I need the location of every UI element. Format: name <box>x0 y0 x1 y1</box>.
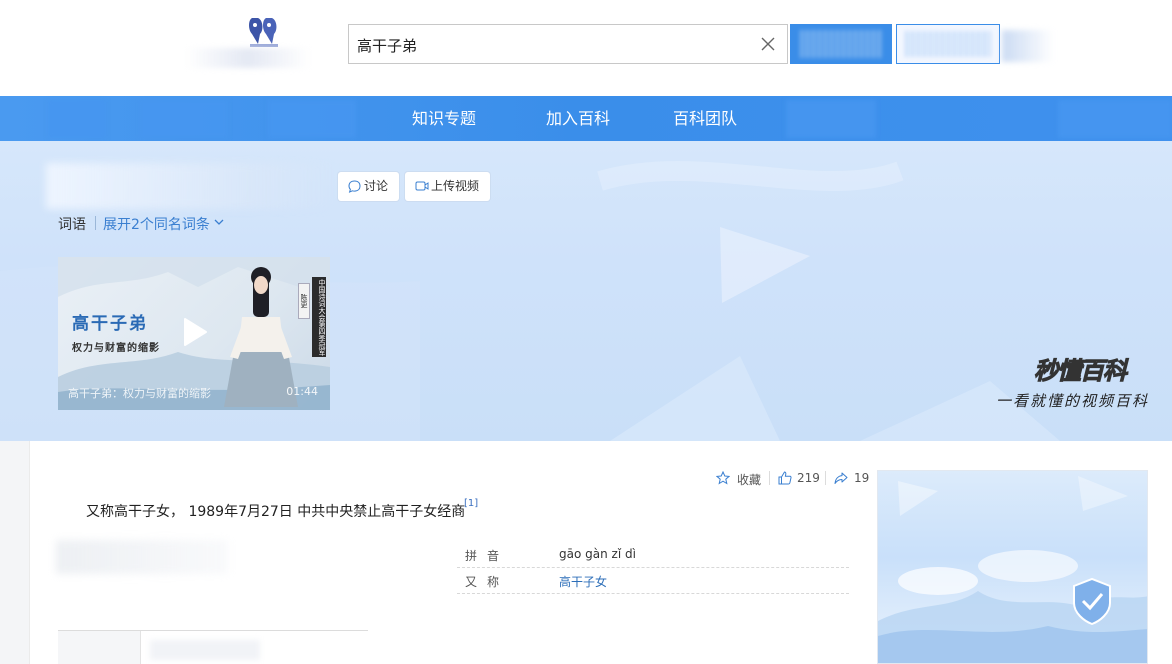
category-divider <box>95 216 96 230</box>
share-icon <box>834 472 848 484</box>
info-blur <box>56 540 228 574</box>
like-count: 219 <box>797 471 820 485</box>
action-divider <box>825 471 826 485</box>
entry-banner: 讨论 上传视频 词语 展开2个同名词条 陈更 中国诗词大会第四季冠军 高干子弟 … <box>0 141 1172 441</box>
toc-blur <box>150 640 260 660</box>
video-camera-icon <box>415 181 429 191</box>
share-count: 19 <box>854 471 870 485</box>
video-name-sign: 陈更 <box>298 283 310 319</box>
upload-video-label: 上传视频 <box>431 179 480 193</box>
chat-bubble-icon <box>348 180 361 193</box>
thumbs-up-icon <box>778 471 792 485</box>
info-value: gāo gàn zǐ dì <box>559 547 636 561</box>
main-nav: 知识专题 加入百科 百科团队 <box>0 96 1172 141</box>
info-row-alias: 又称 高干子女 <box>457 568 849 594</box>
star-icon <box>716 471 730 485</box>
side-promo-banner[interactable] <box>877 470 1148 664</box>
nav-item-team[interactable]: 百科团队 <box>673 96 737 141</box>
nav-item-topics[interactable]: 知识专题 <box>412 96 476 141</box>
upload-video-button[interactable]: 上传视频 <box>405 172 490 201</box>
clear-icon[interactable] <box>759 35 777 53</box>
collect-label: 收藏 <box>737 473 762 487</box>
promo-illustration <box>878 476 1147 663</box>
discuss-button[interactable]: 讨论 <box>338 172 399 201</box>
video-caption: 高干子弟：权力与财富的缩影 <box>68 387 211 400</box>
video-title: 高干子弟 <box>72 314 148 334</box>
toc-label-box <box>58 631 141 664</box>
brand-slogan: 一看就懂的视频百科 <box>996 392 1150 410</box>
nav-blur <box>48 100 106 138</box>
search-button[interactable] <box>790 24 892 64</box>
logo-icon[interactable] <box>244 14 284 52</box>
info-label: 又称 <box>465 575 510 589</box>
info-label: 拼音 <box>465 549 510 563</box>
header <box>0 0 1172 96</box>
brand-logo: 秒懂百科 <box>1034 357 1128 386</box>
chevron-down-icon[interactable] <box>214 217 224 227</box>
like-button[interactable]: 219 <box>778 469 822 489</box>
share-button[interactable]: 19 <box>834 469 870 489</box>
collect-button[interactable]: 收藏 <box>716 469 766 489</box>
play-icon[interactable] <box>182 317 208 347</box>
info-row-pinyin: 拼音 gāo gàn zǐ dì <box>457 542 849 568</box>
nav-blur <box>268 100 356 138</box>
alias-link[interactable]: 高干子女 <box>559 573 607 590</box>
create-entry-button[interactable] <box>896 24 1000 64</box>
search-input[interactable] <box>357 33 747 57</box>
nav-item-join[interactable]: 加入百科 <box>546 96 610 141</box>
category-tag: 词语 <box>58 217 86 233</box>
entry-summary: 又称高干子女， 1989年7月27日 中共中央禁止高干子女经商 <box>86 504 466 520</box>
action-divider <box>769 471 770 485</box>
nav-blur <box>1058 100 1172 138</box>
expand-homonyms-link[interactable]: 展开2个同名词条 <box>103 214 210 234</box>
video-subtitle: 权力与财富的缩影 <box>72 343 160 354</box>
search-box <box>348 24 788 64</box>
page: 知识专题 加入百科 百科团队 讨论 上传视频 词语 <box>0 0 1172 664</box>
logo-caption-blur <box>186 48 310 68</box>
nav-blur <box>140 100 228 138</box>
entry-title-blur <box>46 163 336 209</box>
video-card[interactable]: 陈更 中国诗词大会第四季冠军 高干子弟 权力与财富的缩影 高干子弟：权力与财富的… <box>58 257 330 410</box>
reference-link[interactable]: [1] <box>464 498 478 509</box>
header-extra-blur <box>1002 30 1054 62</box>
nav-blur <box>786 100 876 138</box>
video-side-banner: 中国诗词大会第四季冠军 <box>312 277 326 357</box>
discuss-label: 讨论 <box>364 179 389 193</box>
video-duration: 01:44 <box>286 385 318 398</box>
